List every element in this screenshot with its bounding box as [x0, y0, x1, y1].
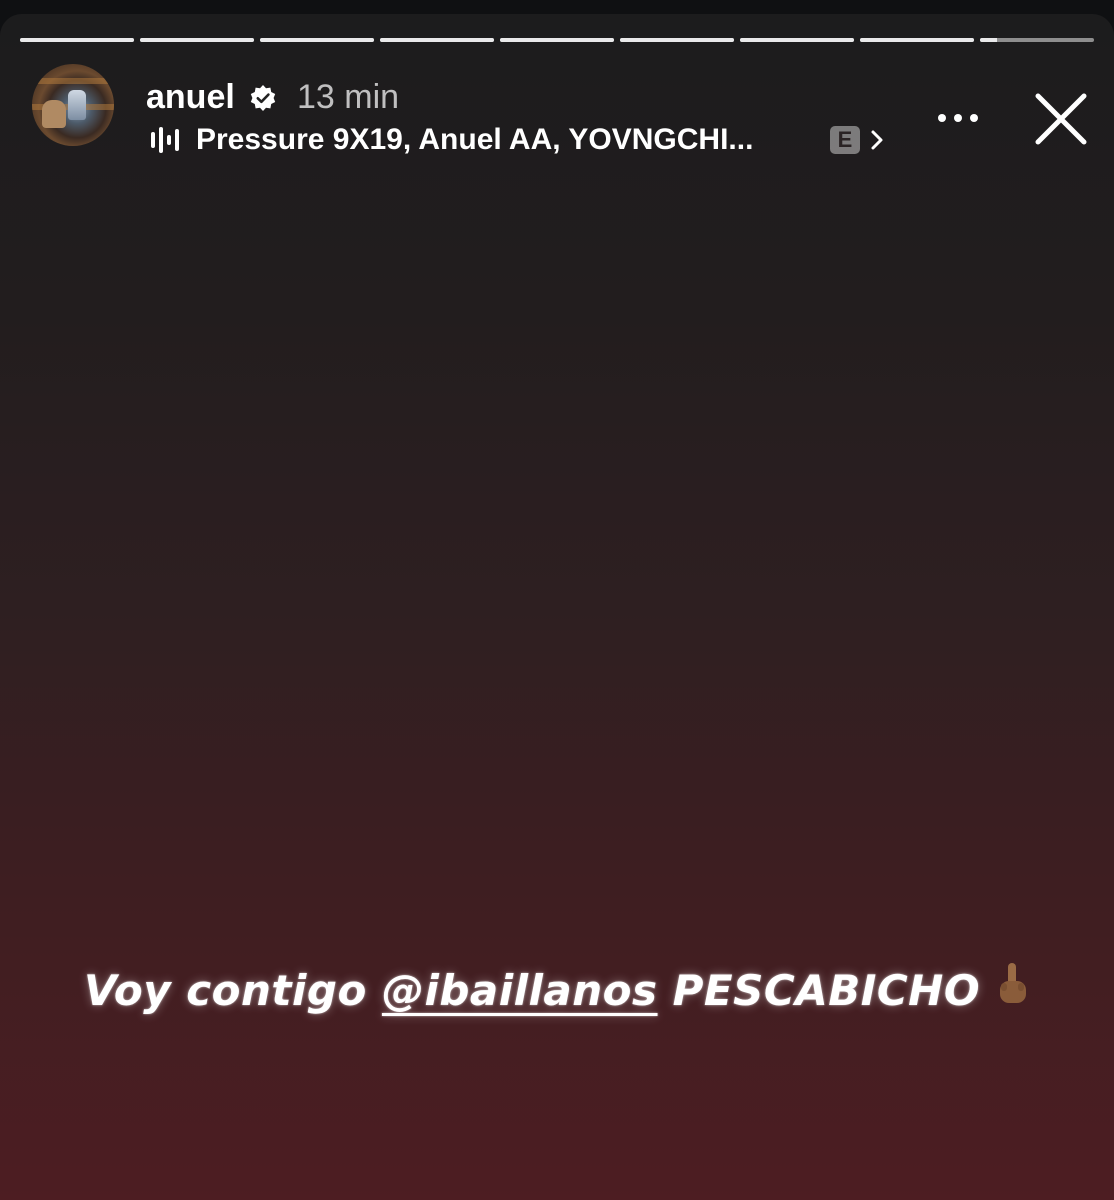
more-dots-icon[interactable] — [934, 102, 982, 134]
caption-text: PESCABICHO — [657, 966, 981, 1015]
story-progress-fill — [260, 38, 374, 42]
avatar-figure-decor — [42, 100, 66, 128]
story-viewer-screen: anuel 13 min Pressure 9X19, Anuel AA, YO… — [0, 0, 1114, 1200]
story-progress-fill — [860, 38, 974, 42]
story-progress-fill — [380, 38, 494, 42]
close-icon[interactable] — [1032, 90, 1090, 148]
equalizer-icon — [151, 127, 179, 153]
story-progress-fill — [500, 38, 614, 42]
story-progress-segment — [140, 38, 254, 42]
mention-link[interactable]: @ibaillanos — [382, 966, 658, 1015]
story-progress-segment — [260, 38, 374, 42]
story-progress-fill — [20, 38, 134, 42]
story-progress-segment — [620, 38, 734, 42]
story-card[interactable]: anuel 13 min Pressure 9X19, Anuel AA, YO… — [0, 14, 1114, 1200]
avatar[interactable] — [32, 64, 114, 146]
avatar-trophy-decor — [68, 90, 86, 120]
username[interactable]: anuel — [146, 76, 235, 118]
story-progress-fill — [980, 38, 998, 42]
post-time: 13 min — [297, 78, 400, 116]
avatar-shelf-decor — [32, 78, 114, 84]
story-progress-fill — [140, 38, 254, 42]
story-progress-segment — [980, 38, 1094, 42]
story-progress-segment — [860, 38, 974, 42]
story-progress-fill — [620, 38, 734, 42]
music-track-label[interactable]: Pressure 9X19, Anuel AA, YOVNGCHI... — [196, 120, 806, 160]
story-progress-bar — [20, 38, 1094, 43]
verified-badge-icon — [250, 85, 276, 111]
story-progress-segment — [500, 38, 614, 42]
story-caption: Voy contigo @ibaillanos PESCABICHO — [0, 959, 1114, 1027]
story-progress-fill — [740, 38, 854, 42]
explicit-badge: E — [830, 126, 860, 154]
middle-finger-emoji — [994, 961, 1030, 1027]
story-progress-segment — [20, 38, 134, 42]
caption-text: Voy contigo — [83, 966, 382, 1015]
story-progress-segment — [740, 38, 854, 42]
story-progress-segment — [380, 38, 494, 42]
chevron-right-icon[interactable] — [868, 128, 886, 152]
